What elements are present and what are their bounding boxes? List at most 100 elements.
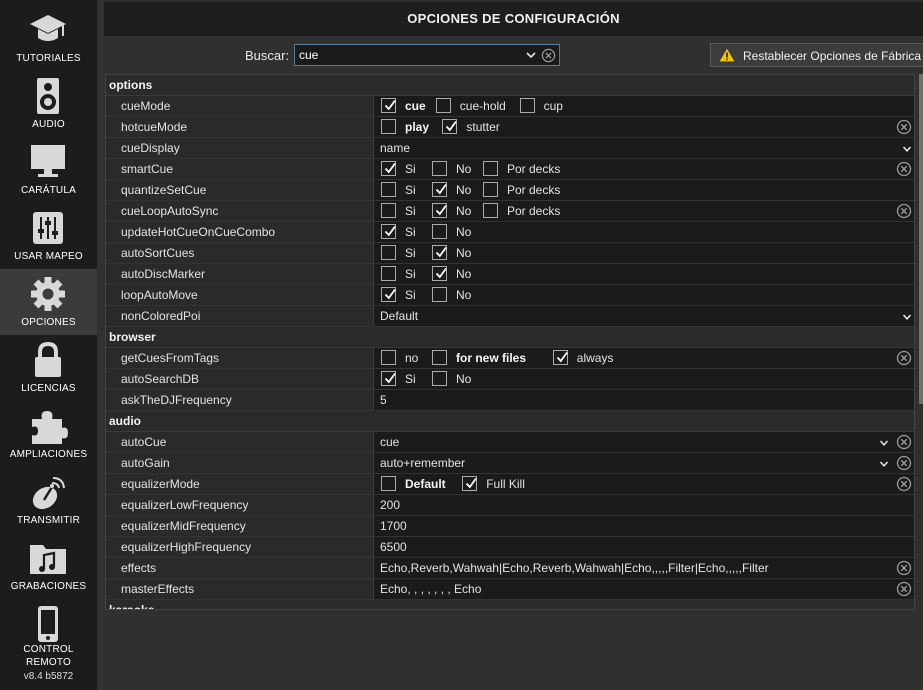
option-value: Si No — [374, 264, 914, 284]
chevron-down-icon[interactable] — [879, 437, 889, 447]
option-name: updateHotCueOnCueCombo — [106, 222, 374, 242]
checked-checkbox[interactable] — [462, 476, 478, 491]
sidebar-item-audio[interactable]: AUDIO — [0, 71, 97, 137]
sidebar-item-control-remoto[interactable]: CONTROL REMOTO — [0, 599, 97, 671]
reset-option-icon[interactable] — [896, 161, 912, 177]
dropdown-value: name — [380, 141, 411, 155]
option-choice-label: Por decks — [507, 204, 561, 218]
unchecked-checkbox[interactable] — [432, 224, 447, 239]
unchecked-checkbox[interactable] — [483, 203, 498, 218]
option-value[interactable]: 1700 — [374, 516, 914, 536]
sidebar: TUTORIALES AUDIO CARÁTULA USAR MAPEO OPCIONE… — [0, 0, 97, 690]
unchecked-checkbox[interactable] — [435, 98, 451, 113]
option-value[interactable]: Default — [374, 306, 914, 326]
checked-checkbox[interactable] — [432, 203, 447, 218]
reset-defaults-button[interactable]: Restablecer Opciones de Fábrica — [710, 43, 923, 67]
reset-option-icon[interactable] — [896, 119, 912, 135]
unchecked-checkbox[interactable] — [381, 476, 396, 491]
unchecked-checkbox[interactable] — [381, 245, 396, 260]
sidebar-item-transmitir[interactable]: TRANSMITIR — [0, 467, 97, 533]
option-choice-label: no — [405, 351, 419, 365]
reset-option-icon[interactable] — [896, 560, 912, 576]
option-choice-label: for new files — [456, 351, 527, 365]
scrollbar[interactable] — [919, 74, 923, 404]
checked-checkbox[interactable] — [432, 266, 447, 281]
option-value: Si No Por decks — [374, 201, 914, 221]
unchecked-checkbox[interactable] — [483, 182, 498, 197]
option-choice-label: No — [456, 267, 472, 281]
option-value[interactable]: 200 — [374, 495, 914, 515]
text-value: 1700 — [380, 519, 407, 533]
option-choice-label: always — [576, 351, 614, 365]
option-choice-label: Por decks — [507, 183, 561, 197]
option-name: equalizerMidFrequency — [106, 516, 374, 536]
unchecked-checkbox[interactable] — [519, 98, 535, 113]
option-value[interactable]: cue — [374, 432, 914, 452]
option-row-equalizermode: equalizerMode Default Full Kill — [106, 474, 914, 495]
sidebar-item-licencias[interactable]: LICENCIAS — [0, 335, 97, 401]
option-value[interactable]: Echo,Reverb,Wahwah|Echo,Reverb,Wahwah|Ec… — [374, 558, 914, 578]
checked-checkbox[interactable] — [381, 371, 396, 386]
chevron-down-icon[interactable] — [525, 48, 537, 62]
reset-option-icon[interactable] — [896, 476, 912, 492]
option-row-mastereffects: masterEffects Echo, , , , , , , Echo — [106, 579, 914, 600]
unchecked-checkbox[interactable] — [432, 287, 447, 302]
sidebar-item-car-tula[interactable]: CARÁTULA — [0, 137, 97, 203]
chevron-down-icon[interactable] — [902, 143, 912, 153]
option-value[interactable]: 6500 — [374, 537, 914, 557]
unchecked-checkbox[interactable] — [381, 266, 396, 281]
option-name: autoDiscMarker — [106, 264, 374, 284]
clear-search-icon[interactable] — [541, 48, 556, 63]
sidebar-item-label: LICENCIAS — [21, 383, 76, 394]
section-header-options: options — [106, 75, 914, 96]
sidebar-item-usar-mapeo[interactable]: USAR MAPEO — [0, 203, 97, 269]
option-row-smartcue: smartCue Si No Por decks — [106, 159, 914, 180]
option-value[interactable]: 5 — [374, 390, 914, 410]
reset-option-icon[interactable] — [896, 203, 912, 219]
reset-defaults-label: Restablecer Opciones de Fábrica — [743, 49, 922, 63]
checked-checkbox[interactable] — [381, 98, 396, 113]
graduation-cap-icon — [28, 11, 68, 49]
search-input[interactable] — [297, 46, 497, 64]
unchecked-checkbox[interactable] — [381, 119, 396, 134]
version-label: v8.4 b5872 — [23, 671, 74, 682]
checked-checkbox[interactable] — [432, 245, 447, 260]
reset-option-icon[interactable] — [896, 350, 912, 366]
sidebar-item-label: AMPLIACIONES — [9, 449, 88, 460]
option-value[interactable]: auto+remember — [374, 453, 914, 473]
page-title: OPCIONES DE CONFIGURACIÓN — [104, 2, 923, 36]
reset-option-icon[interactable] — [896, 434, 912, 450]
checked-checkbox[interactable] — [381, 287, 396, 302]
sidebar-item-grabaciones[interactable]: GRABACIONES — [0, 533, 97, 599]
unchecked-checkbox[interactable] — [381, 203, 396, 218]
unchecked-checkbox[interactable] — [381, 182, 396, 197]
checked-checkbox[interactable] — [442, 119, 458, 134]
chevron-down-icon[interactable] — [902, 311, 912, 321]
checked-checkbox[interactable] — [381, 161, 396, 176]
reset-option-icon[interactable] — [896, 581, 912, 597]
unchecked-checkbox[interactable] — [432, 161, 447, 176]
option-value[interactable]: name — [374, 138, 914, 158]
option-value[interactable]: Echo, , , , , , , Echo — [374, 579, 914, 599]
option-row-equalizerhighfrequency: equalizerHighFrequency 6500 — [106, 537, 914, 558]
option-name: autoGain — [106, 453, 374, 473]
unchecked-checkbox[interactable] — [432, 350, 447, 365]
option-row-cueloopautosync: cueLoopAutoSync Si No Por decks — [106, 201, 914, 222]
sidebar-item-ampliaciones[interactable]: AMPLIACIONES — [0, 401, 97, 467]
checked-checkbox[interactable] — [381, 224, 396, 239]
option-choice-label: No — [456, 204, 472, 218]
option-value: cue cue-hold cup — [374, 96, 914, 116]
option-name: loopAutoMove — [106, 285, 374, 305]
option-name: getCuesFromTags — [106, 348, 374, 368]
chevron-down-icon[interactable] — [879, 458, 889, 468]
unchecked-checkbox[interactable] — [432, 371, 447, 386]
unchecked-checkbox[interactable] — [483, 161, 498, 176]
sidebar-item-opciones[interactable]: OPCIONES — [0, 269, 97, 335]
option-row-autocue: autoCue cue — [106, 432, 914, 453]
sidebar-item-tutoriales[interactable]: TUTORIALES — [0, 5, 97, 71]
checked-checkbox[interactable] — [552, 350, 568, 365]
option-choice-label: cup — [543, 99, 563, 113]
reset-option-icon[interactable] — [896, 455, 912, 471]
unchecked-checkbox[interactable] — [381, 350, 396, 365]
checked-checkbox[interactable] — [432, 182, 447, 197]
